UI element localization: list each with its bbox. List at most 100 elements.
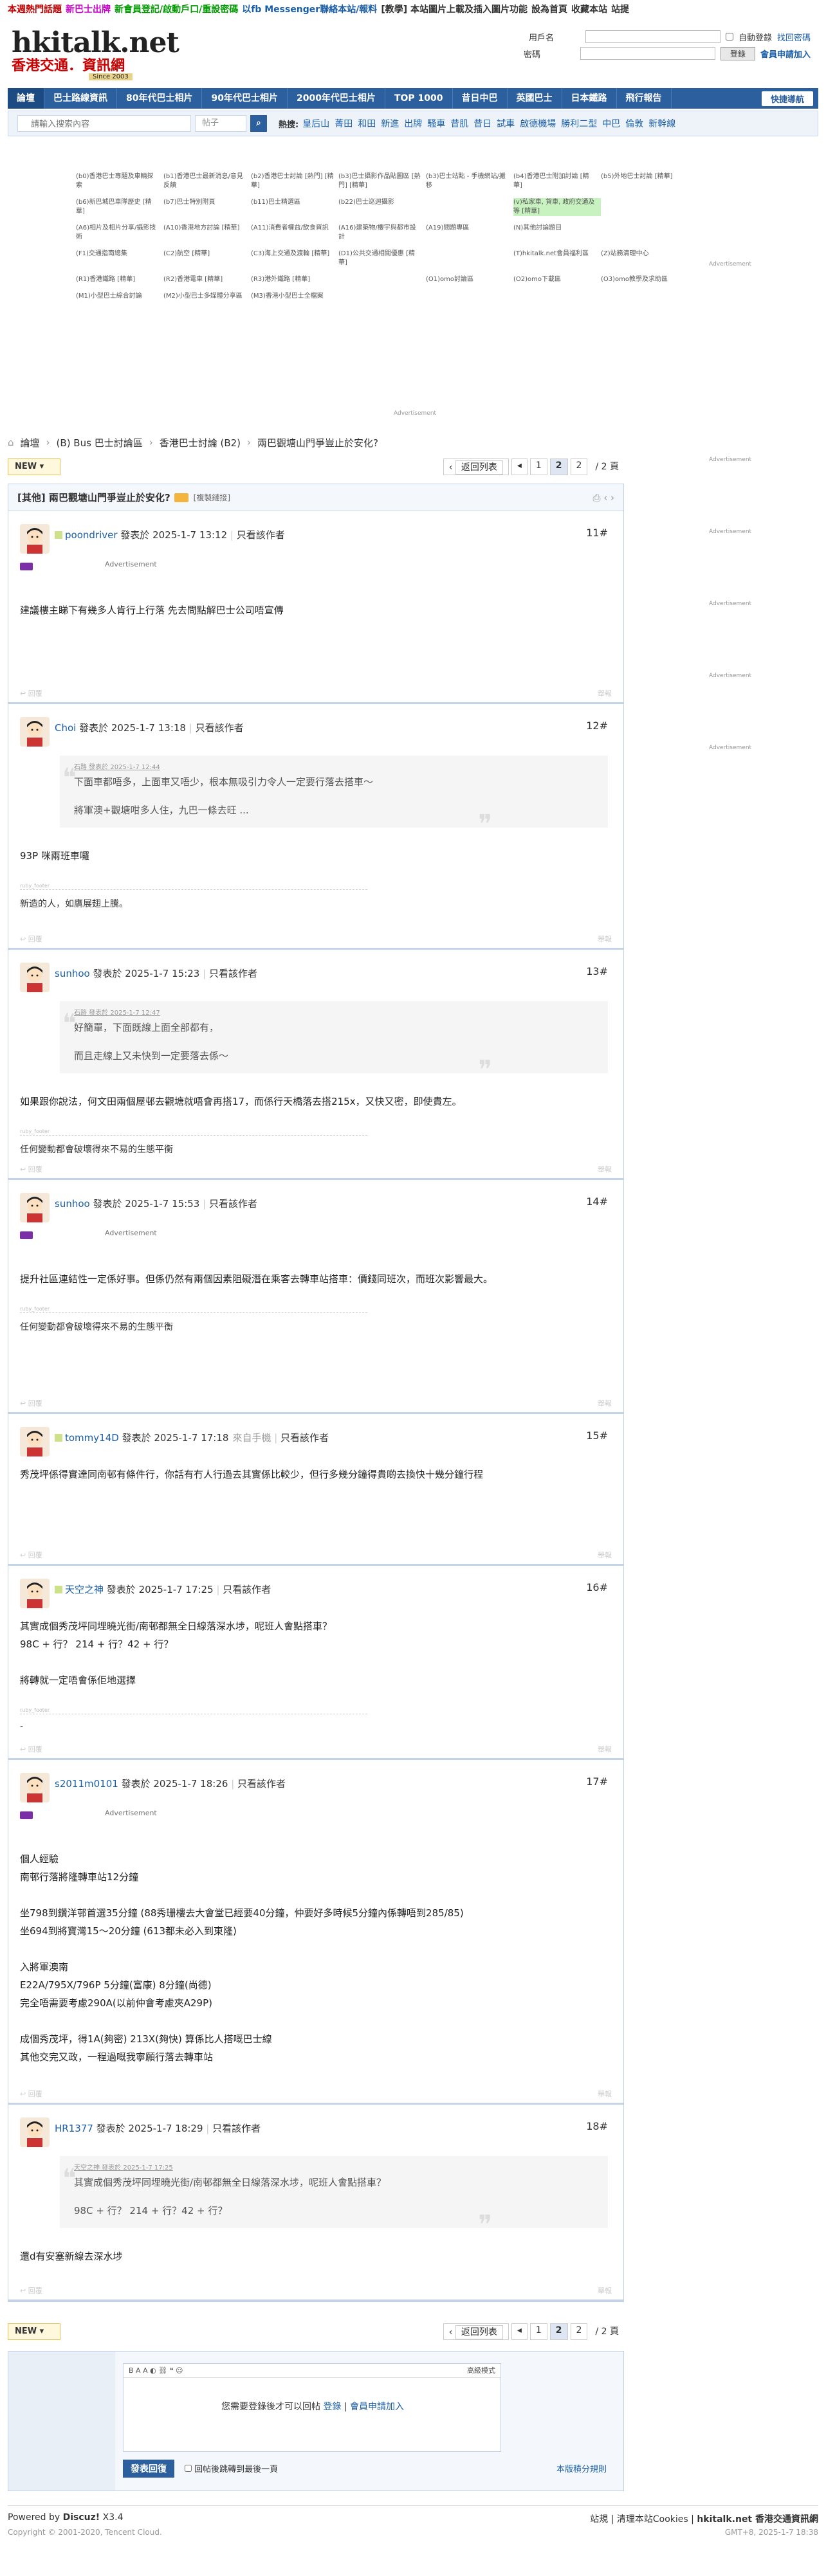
discuz-link[interactable]: Discuz! [63,2512,100,2523]
avatar[interactable] [20,1193,50,1222]
breadcrumb-item[interactable]: (B) Bus 巴士討論區 [57,436,143,449]
hot-search-word[interactable]: 和田 [358,117,376,130]
hot-search-word[interactable]: 試車 [497,117,515,130]
new-post-button[interactable]: NEW ▾ [8,458,60,475]
reply-link[interactable]: ↩ 回覆 [20,1551,42,1559]
avatar[interactable] [20,717,50,747]
post-author[interactable]: sunhoo [55,968,90,979]
avatar[interactable] [20,1773,50,1802]
forum-link[interactable]: (R2)香港電車 [精華] [163,275,251,284]
report-link[interactable]: 舉報 [598,1164,612,1174]
jump-last-page-option[interactable]: 回帖後跳轉到最後一頁 [185,2462,278,2474]
site-logo[interactable]: hkitalk.net 香港交通．資訊網 Since 2003 [12,28,179,80]
forum-rules-link[interactable]: 本版積分規則 [556,2462,607,2474]
forum-link[interactable]: (v)私家車, 貨車, 政府交通及等 [精華] [513,198,601,216]
only-author-link[interactable]: 只看該作者 [237,1778,286,1790]
report-link[interactable]: 舉報 [598,1398,612,1408]
search-input[interactable] [17,115,191,132]
hot-search-word[interactable]: 昔日 [473,117,491,130]
post-author[interactable]: poondriver [65,529,118,541]
only-author-link[interactable]: 只看該作者 [209,968,257,979]
breadcrumb-item[interactable]: 論壇 [21,436,40,449]
report-link[interactable]: 舉報 [598,688,612,698]
forum-link[interactable]: (R3)港外鐵路 [精華] [251,275,338,284]
clear-cookies-link[interactable]: 清理本站Cookies [617,2514,688,2525]
hot-search-word[interactable]: 新進 [381,117,399,130]
forum-link[interactable]: (M3)香港小型巴士全檔案 [251,292,338,301]
report-link[interactable]: 舉報 [598,1550,612,1560]
prev-page-button[interactable]: ◂ [511,458,528,475]
topbar-link[interactable]: 新會員登記/啟動戶口/重設密碼 [115,3,238,15]
search-type-select[interactable]: 帖子 [195,115,246,132]
editor-tools-icon[interactable]: B A A ◐ ⛓ ❝ ☺ [129,2366,183,2375]
forum-link[interactable]: (b2)香港巴士討論 [熱門] [精華] [251,172,338,190]
forum-link[interactable]: (b3)巴士站點 - 手機網站/搬移 [426,172,513,190]
register-link[interactable]: 會員申請加入 [760,48,811,60]
avatar[interactable] [20,963,50,992]
new-post-button[interactable]: NEW ▾ [8,2323,60,2340]
forum-link[interactable]: (F1)交通指南總集 [76,249,163,268]
reply-link[interactable]: ↩ 回覆 [20,2090,42,2098]
post-floor-number[interactable]: 16# [586,1581,608,1593]
reply-link[interactable]: ↩ 回覆 [20,1745,42,1754]
only-author-link[interactable]: 只看該作者 [212,2123,261,2134]
quick-nav-button[interactable]: 快捷導航 [761,91,813,106]
post-floor-number[interactable]: 13# [586,965,608,977]
forum-link[interactable]: (b5)外地巴士討論 [精華] [601,172,688,190]
reply-login-link[interactable]: 登錄 [323,2402,341,2412]
forum-link[interactable]: (O1)omo討論區 [426,275,513,284]
site-name-link[interactable]: hkitalk.net 香港交通資訊網 [697,2514,818,2525]
rules-link[interactable]: 站規 [590,2514,608,2525]
forum-link[interactable]: (b1)香港巴士最新消息/意見反饋 [163,172,251,190]
hot-search-word[interactable]: 中巴 [602,117,620,130]
forum-link[interactable]: (D1)公共交通相關優惠 [精華] [338,249,426,268]
forum-link[interactable]: (M2)小型巴士多媒體分享區 [163,292,251,301]
back-to-list-button[interactable]: ‹ 返回列表 [443,458,509,475]
forum-link[interactable]: (M1)小型巴士綜合討論 [76,292,163,301]
nav-item[interactable]: TOP 1000 [385,88,453,109]
hot-search-word[interactable]: 皇后山 [302,117,329,130]
forum-link[interactable]: (b4)香港巴士附加討論 [精華] [513,172,601,190]
forum-link[interactable]: (C2)航空 [精華] [163,249,251,268]
page-jump-input[interactable]: 2 [570,2323,588,2340]
avatar[interactable] [20,1579,50,1608]
post-author[interactable]: 天空之神 [65,1584,104,1595]
forum-link[interactable]: (O3)omo教學及求助區 [601,275,688,284]
forum-link[interactable]: (b22)巴士巡迴攝影 [338,198,426,216]
post-floor-number[interactable]: 18# [586,2120,608,2132]
avatar[interactable] [20,2118,50,2147]
forum-link[interactable]: (A11)消費者權益/飲食資訊 [251,224,338,242]
auto-login-checkbox[interactable] [725,33,733,41]
post-author[interactable]: sunhoo [55,1198,90,1210]
forum-link[interactable]: (N)其他討論題目 [513,224,601,242]
forum-link[interactable]: (T)hkitalk.net會員福利區 [513,249,601,268]
hot-search-word[interactable]: 出牌 [404,117,422,130]
forum-link[interactable]: (Z)站務清理中心 [601,249,688,268]
post-floor-number[interactable]: 11# [586,527,608,539]
nav-item[interactable]: 日本鐵路 [562,88,617,109]
forum-link[interactable]: (C3)海上交通及渡輪 [精華] [251,249,338,268]
topbar-link[interactable]: [教學] 本站圖片上載及插入圖片功能 [381,3,528,15]
post-floor-number[interactable]: 17# [586,1775,608,1788]
report-link[interactable]: 舉報 [598,2089,612,2099]
jump-last-page-checkbox[interactable] [185,2465,192,2472]
page-1-link[interactable]: 1 [529,2323,547,2340]
prev-page-button[interactable]: ◂ [511,2323,528,2340]
hot-search-word[interactable]: 倫敦 [625,117,643,130]
only-author-link[interactable]: 只看該作者 [280,1432,329,1444]
find-password-link[interactable]: 找回密碼 [777,31,811,43]
print-icon[interactable]: ⎙ ‹ › [592,492,614,503]
post-author[interactable]: HR1377 [55,2123,93,2134]
only-author-link[interactable]: 只看該作者 [209,1198,257,1210]
username-input[interactable] [585,30,720,43]
forum-link[interactable]: (A16)建築物/樓宇與都市設計 [338,224,426,242]
topbar-link[interactable]: 站提 [611,3,629,15]
topbar-link[interactable]: 以fb Messenger聯絡本站/報料 [242,3,377,15]
hot-search-word[interactable]: 新幹線 [648,117,675,130]
post-floor-number[interactable]: 14# [586,1195,608,1208]
topbar-link[interactable]: 本週熱門話題 [8,3,62,15]
forum-link[interactable]: (R1)香港鐵路 [精華] [76,275,163,284]
nav-item[interactable]: 80年代巴士相片 [117,88,203,109]
report-link[interactable]: 舉報 [598,2285,612,2296]
password-input[interactable] [580,47,715,60]
